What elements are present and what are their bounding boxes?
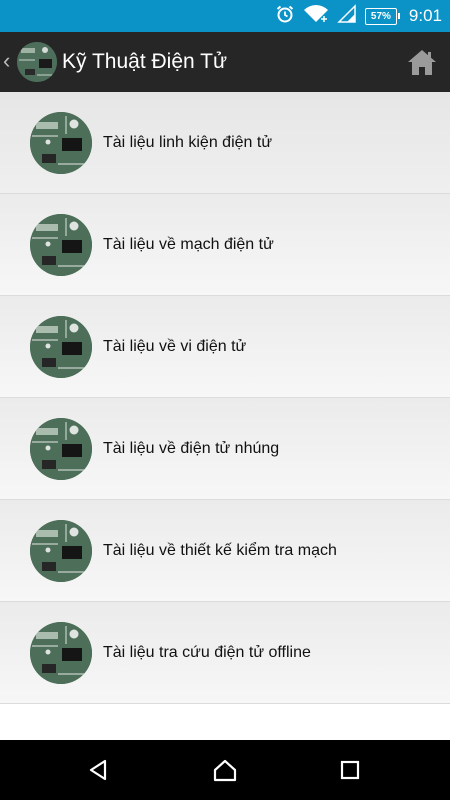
back-icon[interactable]: ‹ <box>3 50 10 72</box>
list-item[interactable]: Tài liệu về mạch điện tử <box>0 194 450 296</box>
list-item-label: Tài liệu về điện tử nhúng <box>103 440 280 457</box>
list-item[interactable]: Tài liệu về điện tử nhúng <box>0 398 450 500</box>
alarm-icon <box>275 4 295 29</box>
document-list: Tài liệu linh kiện điện tử Tài liệu về m… <box>0 92 450 704</box>
recents-square-icon[interactable] <box>332 752 368 788</box>
list-item-label: Tài liệu tra cứu điện tử offline <box>103 644 311 661</box>
circuit-board-thumbnail <box>30 112 92 174</box>
app-bar: ‹ Kỹ Thuật Điện Tử <box>0 32 450 94</box>
home-icon[interactable] <box>404 44 440 80</box>
circuit-board-thumbnail <box>30 520 92 582</box>
signal-icon <box>337 3 357 29</box>
list-item-label: Tài liệu linh kiện điện tử <box>103 134 273 151</box>
home-outline-icon[interactable] <box>207 752 243 788</box>
wifi-icon <box>303 4 329 29</box>
list-item-label: Tài liệu về mạch điện tử <box>103 236 274 253</box>
list-item-label: Tài liệu về vi điện tử <box>103 338 247 355</box>
list-item-label: Tài liệu về thiết kế kiểm tra mạch <box>103 542 337 559</box>
navigation-bar <box>0 740 450 800</box>
status-icons: 57% 9:01 <box>275 0 442 32</box>
battery-icon: 57% <box>364 7 400 25</box>
list-item[interactable]: Tài liệu linh kiện điện tử <box>0 92 450 194</box>
circuit-board-thumbnail <box>30 316 92 378</box>
list-item[interactable]: Tài liệu về thiết kế kiểm tra mạch <box>0 500 450 602</box>
app-title: Kỹ Thuật Điện Tử <box>62 50 228 73</box>
list-item[interactable]: Tài liệu về vi điện tử <box>0 296 450 398</box>
circuit-board-thumbnail <box>30 418 92 480</box>
back-triangle-icon[interactable] <box>80 752 116 788</box>
status-bar: 57% 9:01 <box>0 0 450 32</box>
clock-time: 9:01 <box>408 6 442 25</box>
list-item[interactable]: Tài liệu tra cứu điện tử offline <box>0 602 450 704</box>
circuit-board-thumbnail <box>30 622 92 684</box>
circuit-board-thumbnail <box>30 214 92 276</box>
circuit-board-logo[interactable] <box>17 42 57 82</box>
